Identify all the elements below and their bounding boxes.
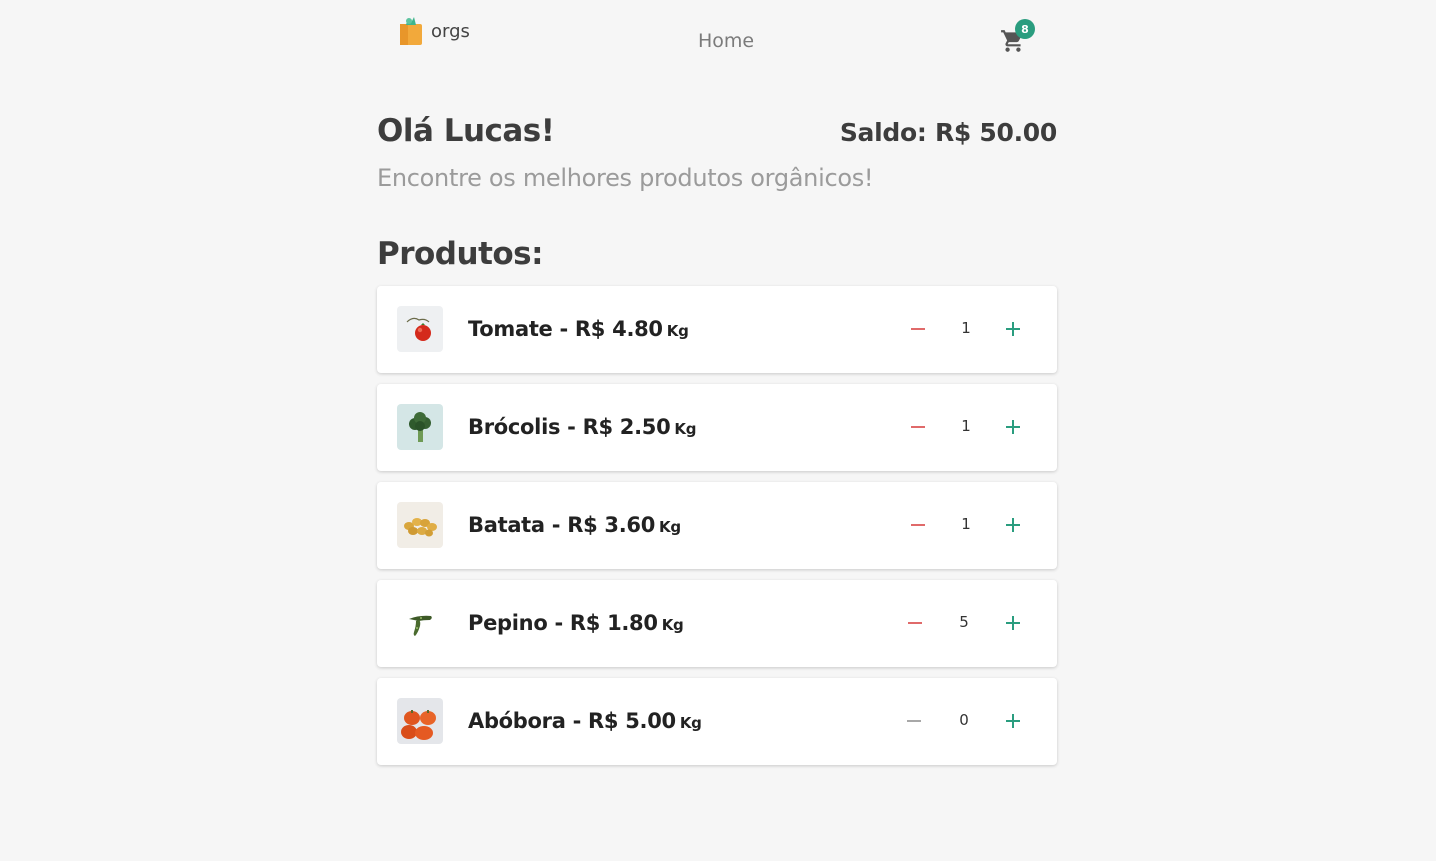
- increase-quantity-button[interactable]: [1000, 414, 1026, 440]
- decrease-quantity-button[interactable]: [902, 610, 928, 636]
- product-name: Tomate - R$ 4.80: [468, 317, 663, 341]
- grocery-bag-icon: [400, 17, 422, 45]
- product-name: Abóbora - R$ 5.00: [468, 709, 676, 733]
- product-card: Abóbora - R$ 5.00 Kg 0: [377, 678, 1057, 765]
- product-card: Batata - R$ 3.60 Kg 1: [377, 482, 1057, 569]
- increase-quantity-button[interactable]: [1000, 316, 1026, 342]
- product-title: Batata - R$ 3.60 Kg: [468, 513, 681, 537]
- product-unit: Kg: [661, 616, 684, 634]
- product-name: Brócolis - R$ 2.50: [468, 415, 671, 439]
- product-title: Tomate - R$ 4.80 Kg: [468, 317, 689, 341]
- subtitle-text: Encontre os melhores produtos orgânicos!: [377, 164, 874, 192]
- increase-quantity-button[interactable]: [1000, 610, 1026, 636]
- increase-quantity-button[interactable]: [1000, 708, 1026, 734]
- cucumber-image: [397, 600, 443, 646]
- potato-image: [397, 502, 443, 548]
- increase-quantity-button[interactable]: [1000, 512, 1026, 538]
- product-card: Tomate - R$ 4.80 Kg 1: [377, 286, 1057, 373]
- product-unit: Kg: [666, 322, 689, 340]
- product-card: Pepino - R$ 1.80 Kg 5: [377, 580, 1057, 667]
- product-title: Brócolis - R$ 2.50 Kg: [468, 415, 696, 439]
- balance-display: Saldo: R$ 50.00: [839, 118, 1057, 147]
- decrease-quantity-button[interactable]: [901, 708, 927, 734]
- product-name: Batata - R$ 3.60: [468, 513, 656, 537]
- quantity-value: 1: [961, 515, 971, 533]
- product-list: Tomate - R$ 4.80 Kg 1 Brócolis - R$ 2.50 K…: [377, 286, 1057, 776]
- quantity-value: 1: [961, 417, 971, 435]
- products-heading: Produtos:: [377, 236, 544, 272]
- cart-count-badge: 8: [1015, 19, 1035, 39]
- pumpkin-image: [397, 698, 443, 744]
- decrease-quantity-button[interactable]: [905, 512, 931, 538]
- product-card: Brócolis - R$ 2.50 Kg 1: [377, 384, 1057, 471]
- nav-home-link[interactable]: Home: [698, 30, 754, 52]
- quantity-value: 5: [959, 613, 969, 631]
- app-header: orgs Home 8: [0, 0, 1436, 80]
- logo-text: orgs: [431, 20, 470, 42]
- product-title: Pepino - R$ 1.80 Kg: [468, 611, 684, 635]
- quantity-value: 0: [959, 711, 969, 729]
- tomato-image: [397, 306, 443, 352]
- product-unit: Kg: [674, 420, 697, 438]
- broccoli-image: [397, 404, 443, 450]
- logo[interactable]: orgs: [397, 16, 470, 46]
- product-unit: Kg: [659, 518, 681, 536]
- decrease-quantity-button[interactable]: [905, 414, 931, 440]
- decrease-quantity-button[interactable]: [905, 316, 931, 342]
- greeting-heading: Olá Lucas!: [377, 113, 555, 149]
- quantity-value: 1: [961, 319, 971, 337]
- product-name: Pepino - R$ 1.80: [468, 611, 658, 635]
- product-unit: Kg: [679, 714, 702, 732]
- product-title: Abóbora - R$ 5.00 Kg: [468, 709, 702, 733]
